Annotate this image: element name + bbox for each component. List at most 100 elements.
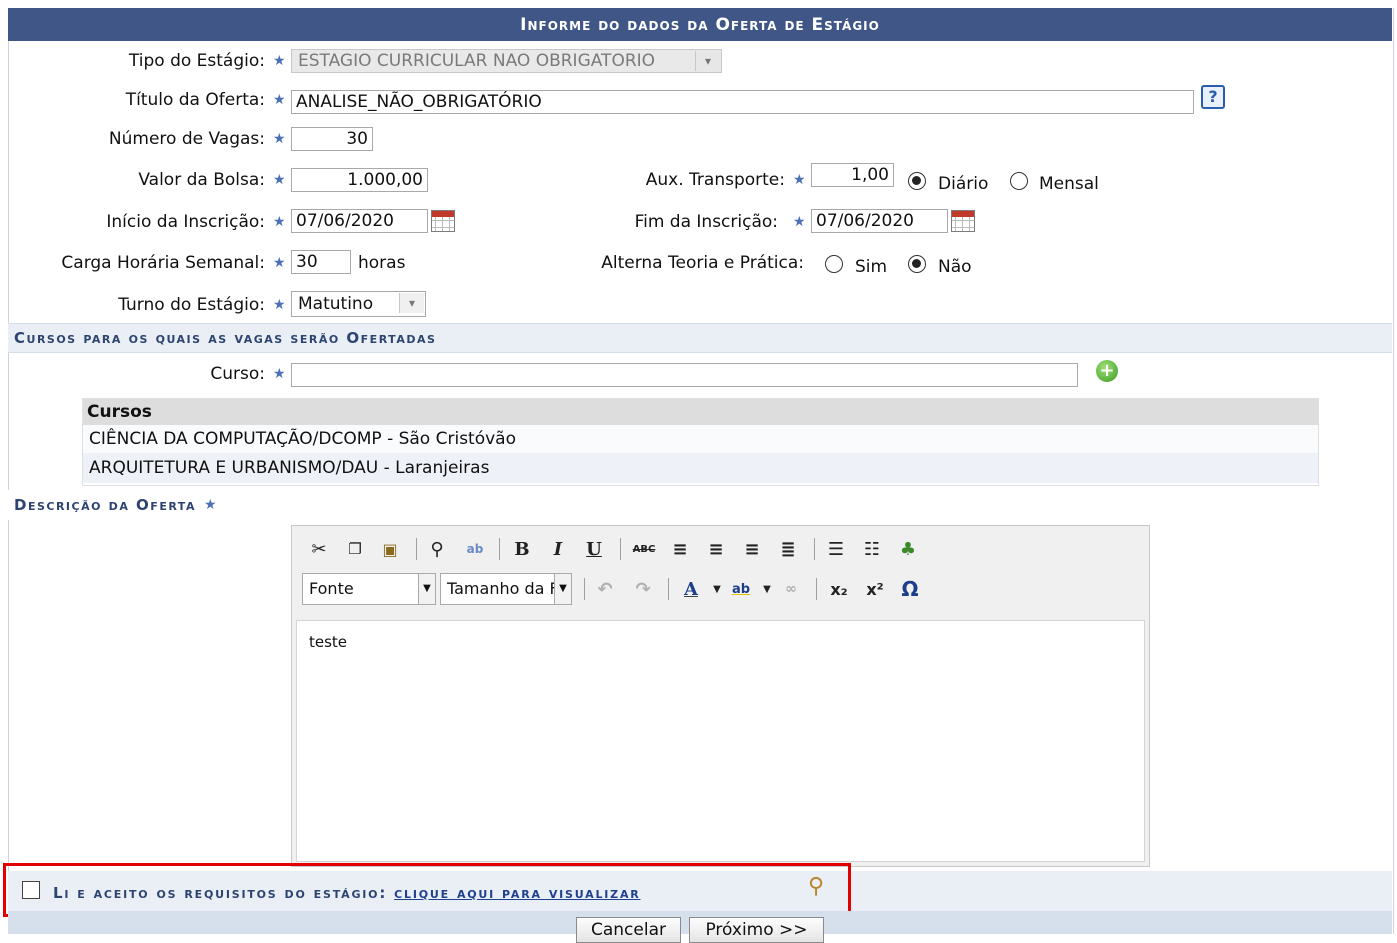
toolbar-separator (668, 578, 669, 600)
cancel-button[interactable]: Cancelar (576, 917, 681, 943)
diario-label: Diário (938, 174, 989, 194)
chevron-down-icon: ▼ (418, 574, 435, 604)
align-center-icon[interactable]: ≡ (703, 536, 729, 562)
superscript-icon[interactable]: x² (862, 576, 888, 602)
required-star-icon: ★ (273, 131, 286, 147)
align-left-icon[interactable]: ≡ (667, 536, 693, 562)
sim-radio[interactable] (825, 255, 843, 273)
nao-radio[interactable] (908, 255, 926, 273)
font-select-value: Fonte (309, 579, 354, 598)
tipo-value: ESTAGIO CURRICULAR NAO OBRIGATORIO (298, 51, 656, 71)
underline-icon[interactable]: U (581, 536, 607, 562)
toolbar-separator (499, 538, 500, 560)
special-char-icon[interactable]: Ω (897, 576, 923, 602)
align-justify-icon[interactable]: ≣ (775, 536, 801, 562)
fim-label: Fim da Inscrição: (634, 212, 778, 232)
required-star-icon: ★ (273, 214, 286, 230)
image-icon[interactable]: ♣ (895, 536, 921, 562)
table-row: ARQUITETURA E URBANISMO/DAU - Laranjeira… (83, 453, 1318, 483)
transporte-label: Aux. Transporte: (645, 170, 785, 190)
bullet-list-icon[interactable]: ☰ (823, 536, 849, 562)
chevron-down-icon[interactable]: ▼ (754, 576, 780, 602)
toolbar-separator (584, 578, 585, 600)
chevron-down-icon: ▾ (695, 51, 720, 71)
numbered-list-icon[interactable]: ☷ (859, 536, 885, 562)
carga-label: Carga Horária Semanal: (61, 253, 265, 273)
toolbar-separator (620, 538, 621, 560)
nao-label: Não (938, 257, 972, 277)
fim-input[interactable]: 07/06/2020 (811, 209, 948, 233)
table-row: CIÊNCIA DA COMPUTAÇÃO/DCOMP - São Cristó… (83, 425, 1318, 453)
required-star-icon: ★ (793, 214, 806, 230)
mensal-label: Mensal (1039, 174, 1099, 194)
cursos-section-title: Cursos para os quais as vagas serão Ofer… (8, 323, 1392, 353)
required-star-icon: ★ (273, 92, 286, 108)
font-select[interactable]: Fonte ▼ (302, 573, 436, 605)
align-right-icon[interactable]: ≡ (739, 536, 765, 562)
titulo-input[interactable]: ANALISE_NÃO_OBRIGATÓRIO (291, 90, 1194, 114)
bolsa-label: Valor da Bolsa: (138, 170, 265, 190)
required-star-icon: ★ (203, 497, 219, 513)
calendar-icon[interactable] (951, 210, 975, 232)
descricao-section-title: Descrição da Oferta ★ (8, 490, 1392, 520)
turno-label: Turno do Estágio: (118, 295, 265, 315)
cursos-table: Cursos CIÊNCIA DA COMPUTAÇÃO/DCOMP - São… (82, 398, 1319, 486)
bolsa-input[interactable]: 1.000,00 (291, 168, 428, 192)
calendar-icon[interactable] (431, 210, 455, 232)
undo-icon[interactable]: ↶ (592, 576, 618, 602)
transporte-input[interactable]: 1,00 (811, 163, 894, 187)
inicio-input[interactable]: 07/06/2020 (291, 209, 428, 233)
toolbar-separator (816, 578, 817, 600)
chevron-down-icon: ▾ (399, 293, 424, 313)
cursos-table-header: Cursos (83, 399, 1318, 425)
link-icon[interactable]: ∞ (778, 576, 804, 602)
add-curso-icon[interactable]: + (1096, 360, 1118, 382)
size-select-value: Tamanho da Fo (447, 579, 568, 598)
carga-input[interactable]: 30 (291, 250, 351, 274)
toolbar-separator (814, 538, 815, 560)
italic-icon[interactable]: I (545, 536, 571, 562)
required-star-icon: ★ (273, 172, 286, 188)
horas-label: horas (358, 253, 406, 273)
vagas-input[interactable]: 30 (291, 127, 373, 151)
copy-icon[interactable]: ❐ (342, 536, 368, 562)
next-button[interactable]: Próximo >> (689, 917, 824, 943)
bold-icon[interactable]: B (509, 536, 535, 562)
paste-icon[interactable]: ▣ (377, 536, 403, 562)
chevron-down-icon[interactable]: ▼ (704, 576, 730, 602)
help-icon[interactable]: ? (1201, 85, 1225, 109)
tipo-select: ESTAGIO CURRICULAR NAO OBRIGATORIO ▾ (291, 49, 722, 73)
turno-select[interactable]: Matutino ▾ (291, 291, 426, 317)
subscript-icon[interactable]: x₂ (826, 576, 852, 602)
form-title: Informe do dados da Oferta de Estágio (8, 8, 1392, 41)
required-star-icon: ★ (273, 297, 286, 313)
required-star-icon: ★ (793, 172, 806, 188)
turno-value: Matutino (298, 294, 374, 314)
mensal-radio[interactable] (1010, 172, 1028, 190)
highlight-box (3, 863, 851, 917)
redo-icon[interactable]: ↷ (630, 576, 656, 602)
editor-content[interactable]: teste (296, 620, 1145, 862)
toolbar-separator (416, 538, 417, 560)
highlight-color-icon[interactable]: ab (728, 576, 754, 602)
vagas-label: Número de Vagas: (108, 129, 265, 149)
sim-label: Sim (855, 257, 888, 277)
descricao-title-text: Descrição da Oferta (14, 496, 196, 514)
required-star-icon: ★ (273, 53, 286, 69)
diario-radio[interactable] (908, 172, 926, 190)
size-select[interactable]: Tamanho da Fo ▼ (440, 573, 572, 605)
curso-label: Curso: (210, 364, 265, 384)
inicio-label: Início da Inscrição: (106, 212, 265, 232)
text-color-icon[interactable]: A (678, 576, 704, 602)
alterna-label: Alterna Teoria e Prática: (601, 253, 804, 273)
replace-icon[interactable]: ab (462, 536, 488, 562)
required-star-icon: ★ (273, 366, 286, 382)
find-icon[interactable]: ⚲ (424, 536, 450, 562)
cut-icon[interactable]: ✂ (306, 536, 332, 562)
tipo-label: Tipo do Estágio: (128, 51, 265, 71)
strikethrough-icon[interactable]: ABC (631, 536, 657, 562)
titulo-label: Título da Oferta: (125, 90, 265, 110)
chevron-down-icon: ▼ (554, 574, 571, 604)
required-star-icon: ★ (273, 255, 286, 271)
curso-input[interactable] (291, 363, 1078, 387)
